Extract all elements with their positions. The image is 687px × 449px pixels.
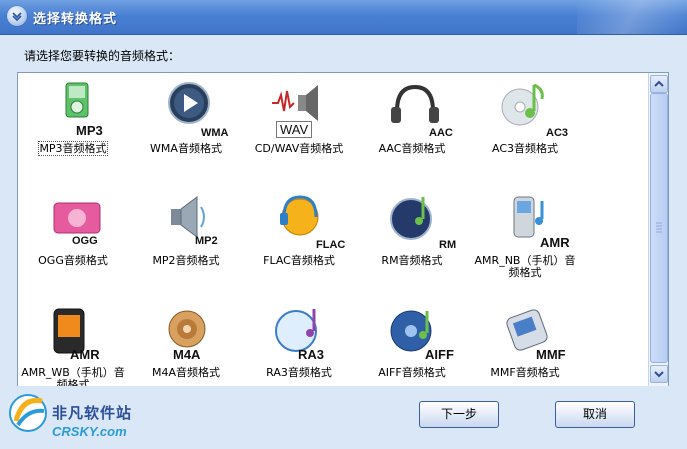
format-badge: FLAC — [316, 239, 346, 251]
crsky-logo-icon — [9, 394, 47, 432]
format-caption: RA3音频格式 — [266, 366, 332, 379]
realmedia-icon — [390, 197, 432, 240]
title-decoration — [577, 0, 687, 34]
app-icon — [7, 6, 27, 26]
format-badge: RM — [439, 239, 457, 251]
format-caption: MP3音频格式 — [38, 141, 108, 156]
chevron-up-icon — [654, 80, 664, 87]
format-item-rm[interactable]: RM RM音频格式 — [357, 189, 467, 297]
format-badge: WMA — [201, 127, 229, 139]
scroll-down-button[interactable] — [650, 365, 668, 383]
format-item-wav[interactable]: WAV CD/WAV音频格式 — [244, 77, 354, 185]
format-caption: AC3音频格式 — [491, 142, 558, 155]
format-caption: AIFF音频格式 — [378, 366, 446, 379]
format-caption: WMA音频格式 — [150, 142, 222, 155]
next-button[interactable]: 下一步 — [419, 401, 499, 428]
format-badge: AMR — [70, 347, 100, 362]
format-caption: AMR_NB（手机）音频格式 — [474, 254, 576, 279]
chevron-down-icon — [654, 371, 664, 378]
format-item-aiff[interactable]: AIFF AIFF音频格式 — [357, 301, 467, 386]
format-item-mp3[interactable]: MP3 MP3音频格式 — [18, 77, 128, 185]
format-caption: M4A音频格式 — [151, 366, 220, 379]
format-item-flac[interactable]: FLAC FLAC音频格式 — [244, 189, 354, 297]
format-item-amr-wb[interactable]: AMR AMR_WB（手机）音频格式 — [18, 301, 128, 387]
cancel-button[interactable]: 取消 — [555, 401, 635, 428]
format-item-ra3[interactable]: RA3 RA3音频格式 — [244, 301, 354, 386]
title-bar[interactable]: 选择转换格式 — [0, 0, 687, 35]
format-caption: AMR_WB（手机）音频格式 — [21, 366, 125, 387]
format-badge: AAC — [429, 127, 453, 139]
scroll-thumb[interactable] — [650, 93, 668, 363]
format-caption: OGG音频格式 — [38, 254, 108, 267]
logo-text-en: CRSKY.com — [52, 424, 127, 439]
format-badge: AIFF — [425, 347, 454, 362]
format-badge: AC3 — [546, 127, 569, 139]
format-caption: MP2音频格式 — [152, 254, 220, 267]
logo-text-cn: 非凡软件站 — [52, 404, 133, 422]
format-item-aac[interactable]: AAC AAC音频格式 — [357, 77, 467, 185]
format-badge: MP2 — [195, 235, 218, 247]
format-item-mmf[interactable]: MMF MMF音频格式 — [470, 301, 580, 386]
format-item-ac3[interactable]: AC3 AC3音频格式 — [470, 77, 580, 185]
format-badge: MP3 — [76, 123, 103, 138]
format-caption: RM音频格式 — [381, 254, 443, 267]
format-list-panel: MP3 MP3音频格式 WMA WMA音频格式 WAV CD/WAV音频格式 A… — [17, 72, 669, 387]
format-item-wma[interactable]: WMA WMA音频格式 — [131, 77, 241, 185]
format-caption: CD/WAV音频格式 — [254, 142, 344, 155]
format-badge: WAV — [276, 121, 313, 138]
format-item-mp2[interactable]: MP2 MP2音频格式 — [131, 189, 241, 297]
format-grid: MP3 MP3音频格式 WMA WMA音频格式 WAV CD/WAV音频格式 A… — [18, 73, 648, 386]
window-title: 选择转换格式 — [33, 12, 118, 27]
format-badge: RA3 — [298, 347, 325, 362]
format-item-amr-nb[interactable]: AMR AMR_NB（手机）音频格式 — [470, 189, 580, 297]
scroll-up-button[interactable] — [650, 75, 668, 93]
format-caption: AAC音频格式 — [378, 142, 446, 155]
format-badge: M4A — [173, 347, 201, 362]
format-item-m4a[interactable]: M4A M4A音频格式 — [131, 301, 241, 386]
convert-format-dialog: 选择转换格式 请选择您要转换的音频格式： MP3 MP3音频格式 WMA WMA… — [0, 0, 687, 449]
grip-icon — [656, 222, 662, 233]
format-badge: OGG — [72, 235, 98, 247]
format-caption: FLAC音频格式 — [263, 254, 335, 267]
format-caption: MMF音频格式 — [490, 366, 560, 379]
format-item-ogg[interactable]: OGG OGG音频格式 — [18, 189, 128, 297]
vertical-scrollbar[interactable] — [648, 73, 668, 386]
format-badge: AMR — [540, 235, 570, 250]
format-badge: MMF — [536, 347, 566, 362]
instruction-label: 请选择您要转换的音频格式： — [24, 49, 181, 63]
